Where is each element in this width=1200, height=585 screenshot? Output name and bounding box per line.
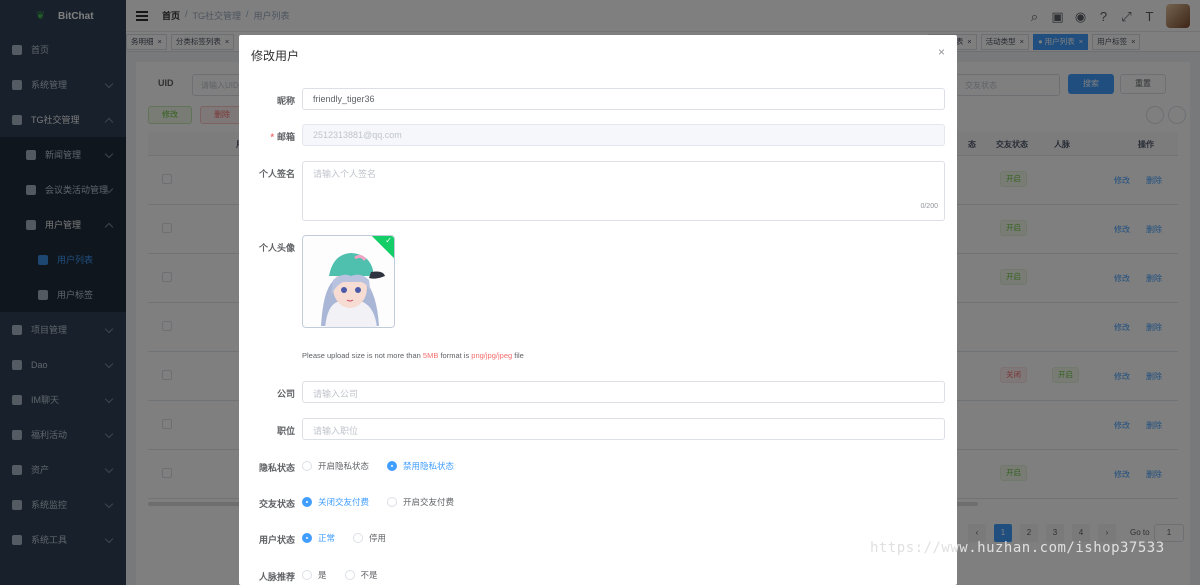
friend-status-label: 交友状态 [258,499,295,509]
radio-dot[interactable] [387,497,398,507]
friend-status-radio-group: 关闭交友付费 开启交友付费 [302,495,454,509]
radio-label: 不是 [360,570,378,580]
upload-tip-text-2: format is [440,351,470,360]
privacy-label: 隐私状态 [258,463,295,473]
nickname-input[interactable]: friendly_tiger36 [302,88,945,110]
user-status-radio-group: 正常 停用 [302,531,386,545]
upload-tip-text-1: Please upload size is not more than [302,351,421,360]
signature-counter: 0/200 [920,203,938,210]
radio-option[interactable]: 停用 [353,531,386,545]
radio-dot[interactable] [302,533,312,543]
check-icon: ✓ [385,236,392,245]
upload-tip-text-3: file [514,351,524,360]
company-label: 公司 [276,389,295,399]
radio-label: 开启隐私状态 [318,461,370,471]
dialog-title: 修改用户 [251,49,300,63]
network-label: 人脉推荐 [258,572,295,582]
radio-dot[interactable] [353,533,364,543]
radio-dot[interactable] [302,497,312,507]
upload-tip-size: 5MB [422,351,439,360]
avatar-upload[interactable]: ✓ [302,235,395,328]
radio-option[interactable]: 是 [302,568,327,582]
radio-dot[interactable] [387,461,398,471]
radio-label: 禁用隐私状态 [403,461,455,471]
upload-tip-formats: png/jpg/jpeg [471,351,513,360]
radio-option[interactable]: 开启交友付费 [387,495,454,509]
network-radio-group: 是 不是 [302,568,378,582]
signature-textarea[interactable]: 请输入个人签名 0/200 [302,161,945,221]
radio-option[interactable]: 开启隐私状态 [302,459,369,473]
email-label-text: 邮箱 [276,132,295,142]
email-label: * 邮箱 [270,132,295,142]
signature-label: 个人签名 [258,169,295,179]
position-label: 职位 [276,426,295,436]
user-status-label: 用户状态 [258,535,295,545]
position-input[interactable]: 请输入职位 [302,418,945,440]
email-input: 2512313881@qq.com [302,124,945,146]
watermark: https://www.huzhan.com/ishop37533 [870,540,1165,556]
radio-option[interactable]: 禁用隐私状态 [387,459,454,473]
radio-option[interactable]: 关闭交友付费 [302,495,369,509]
edit-user-dialog: 修改用户 × 昵称 friendly_tiger36 * 邮箱 251231388… [239,35,957,585]
avatar-label: 个人头像 [258,243,295,253]
radio-label: 关闭交友付费 [318,497,370,507]
radio-option[interactable]: 正常 [302,531,335,545]
radio-label: 是 [318,570,327,580]
radio-dot[interactable] [344,570,355,580]
radio-label: 停用 [369,533,387,543]
radio-option[interactable]: 不是 [344,568,378,582]
radio-dot[interactable] [302,461,312,471]
radio-label: 开启交友付费 [403,497,455,507]
privacy-radio-group: 开启隐私状态 禁用隐私状态 [302,459,454,473]
nickname-label: 昵称 [276,96,295,106]
avatar-image [303,236,394,327]
company-input[interactable]: 请输入公司 [302,381,945,403]
close-icon[interactable]: × [938,45,945,59]
signature-placeholder: 请输入个人签名 [313,169,377,179]
upload-tip: Please upload size is not more than 5MB … [302,351,524,360]
radio-dot[interactable] [302,570,312,580]
radio-label: 正常 [318,533,336,543]
